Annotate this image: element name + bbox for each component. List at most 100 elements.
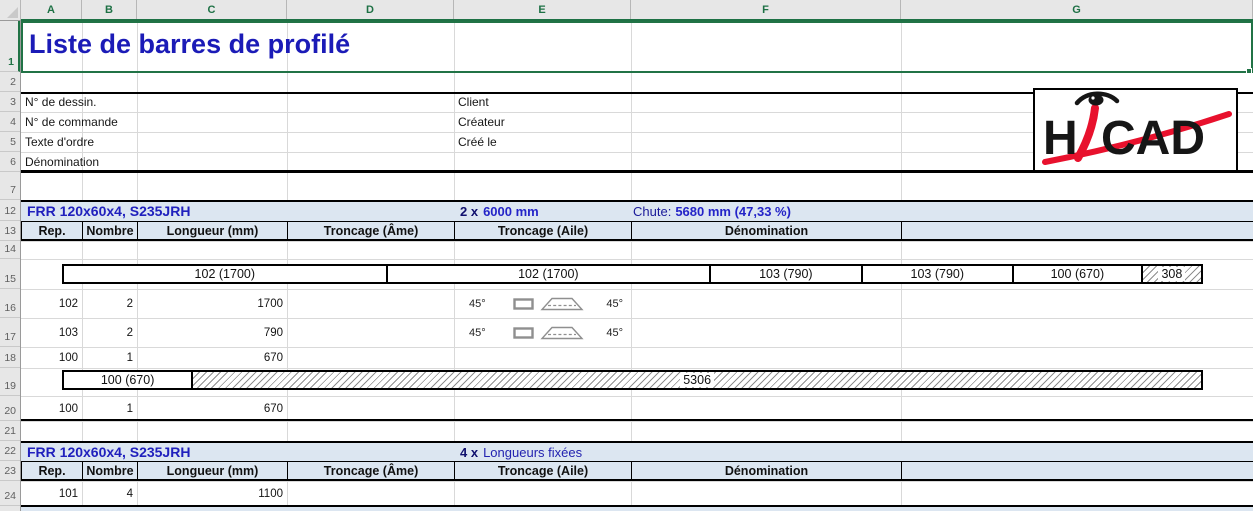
cell-troncage-aile[interactable]: 45° 45°	[454, 318, 631, 347]
row-header-15[interactable]: 15	[0, 259, 20, 289]
gridline	[21, 421, 1253, 422]
row-header-18[interactable]: 18	[0, 347, 20, 368]
section1-quantity[interactable]: 2 x6000 mm	[460, 202, 539, 221]
cell-label-dessin[interactable]: N° de dessin.	[25, 92, 97, 112]
header-troncage-aile[interactable]: Troncage (Aile)	[455, 222, 632, 239]
cell-longueur[interactable]: 670	[137, 403, 283, 415]
column-header-c[interactable]: C	[137, 0, 287, 20]
column-header-b[interactable]: B	[82, 0, 137, 20]
row-header-24[interactable]: 24	[0, 481, 20, 506]
header-troncage-aile[interactable]: Troncage (Aile)	[455, 462, 632, 479]
row-header-13[interactable]: 13	[0, 221, 20, 241]
cell-label-denomination[interactable]: Dénomination	[25, 152, 99, 172]
column-header-e[interactable]: E	[454, 0, 631, 20]
row-header-1[interactable]: 1	[0, 21, 20, 72]
bar-part-segment: 103 (790)	[861, 266, 1012, 282]
row-header-21[interactable]: 21	[0, 421, 20, 441]
cell-nombre[interactable]: 4	[82, 488, 133, 500]
cell-label-createur[interactable]: Créateur	[458, 112, 505, 132]
section2-header-row: Rep. Nombre Longueur (mm) Troncage (Âme)…	[21, 461, 1253, 481]
row-header-12[interactable]: 12	[0, 200, 20, 221]
cell-rep[interactable]: 100	[21, 352, 78, 364]
column-header-f[interactable]: F	[631, 0, 901, 20]
section1-bottom-border	[21, 419, 1253, 421]
header-empty	[902, 222, 1253, 239]
cell-label-client[interactable]: Client	[458, 92, 489, 112]
header-nombre[interactable]: Nombre	[83, 222, 138, 239]
header-denomination[interactable]: Dénomination	[632, 462, 902, 479]
sheet-body: Liste de barres de profilé N° de dessin.…	[21, 21, 1253, 511]
section1-waste[interactable]: Chute:5680 mm (47,33 %)	[633, 202, 791, 221]
cell-longueur[interactable]: 670	[137, 352, 283, 364]
bar-segment-label: 308	[1158, 267, 1185, 281]
row-header-14[interactable]: 14	[0, 241, 20, 259]
bar-segment-label: 5306	[680, 373, 714, 387]
table-row[interactable]: 102 2 1700 45° 45°	[21, 289, 1253, 318]
section1-profile[interactable]: FRR 120x60x4, S235JRH	[27, 202, 190, 221]
column-header-d[interactable]: D	[287, 0, 454, 20]
bar-waste-segment: 5306	[191, 372, 1201, 388]
row-header-2[interactable]: 2	[0, 72, 20, 92]
table-row[interactable]: 101 4 1100	[21, 481, 1253, 506]
cell-label-ordre[interactable]: Texte d'ordre	[25, 132, 94, 152]
table-row[interactable]: 103 2 790 45° 45°	[21, 318, 1253, 347]
cell-nombre[interactable]: 2	[82, 298, 133, 310]
row-header-7[interactable]: 7	[0, 172, 20, 200]
cell-troncage-aile[interactable]: 45° 45°	[454, 289, 631, 318]
row-header-17[interactable]: 17	[0, 318, 20, 347]
row-header-5[interactable]: 5	[0, 132, 20, 152]
miter-angle-left: 45°	[469, 298, 486, 310]
row-header-6[interactable]: 6	[0, 152, 20, 172]
cell-nombre[interactable]: 2	[82, 327, 133, 339]
section2-quantity[interactable]: 4 xLongueurs fixées	[460, 443, 582, 462]
header-rep[interactable]: Rep.	[22, 222, 83, 239]
bar-segment-label: 100 (670)	[1048, 267, 1108, 281]
column-header-a[interactable]: A	[21, 0, 82, 20]
header-nombre[interactable]: Nombre	[83, 462, 138, 479]
miter-angle-right: 45°	[606, 298, 623, 310]
row-header-19[interactable]: 19	[0, 368, 20, 396]
cell-nombre[interactable]: 1	[82, 352, 133, 364]
bar-part-segment: 102 (1700)	[64, 266, 386, 282]
table-row[interactable]: 100 1 670	[21, 396, 1253, 421]
header-longueur[interactable]: Longueur (mm)	[138, 222, 288, 239]
bar-part-segment: 100 (670)	[1012, 266, 1141, 282]
cell-rep[interactable]: 103	[21, 327, 78, 339]
cell-longueur[interactable]: 790	[137, 327, 283, 339]
bar-segment-label: 100 (670)	[98, 373, 158, 387]
bar-waste-segment: 308	[1141, 266, 1201, 282]
column-header-g[interactable]: G	[901, 0, 1253, 20]
cell-label-cree-le[interactable]: Créé le	[458, 132, 497, 152]
bar-part-segment: 100 (670)	[64, 372, 191, 388]
header-troncage-ame[interactable]: Troncage (Âme)	[288, 222, 455, 239]
header-troncage-ame[interactable]: Troncage (Âme)	[288, 462, 455, 479]
selection-fill-handle[interactable]	[1246, 68, 1252, 74]
row-header-16[interactable]: 16	[0, 289, 20, 318]
cell-longueur[interactable]: 1700	[137, 298, 283, 310]
hicad-logo: H CAD	[1033, 88, 1238, 172]
page-title[interactable]: Liste de barres de profilé	[29, 29, 350, 60]
cell-longueur[interactable]: 1100	[137, 488, 283, 500]
select-all-corner[interactable]	[0, 0, 21, 20]
header-denomination[interactable]: Dénomination	[632, 222, 902, 239]
section2-band: FRR 120x60x4, S235JRH 4 xLongueurs fixée…	[21, 441, 1253, 462]
row-header-3[interactable]: 3	[0, 92, 20, 112]
row-header-strip: 123456712131415161718192021222324	[0, 21, 21, 511]
profile-section-icon	[513, 327, 534, 339]
row-header-22[interactable]: 22	[0, 441, 20, 461]
header-rep[interactable]: Rep.	[22, 462, 83, 479]
cell-rep[interactable]: 100	[21, 403, 78, 415]
cell-rep[interactable]: 102	[21, 298, 78, 310]
logo-letters-cad: CAD	[1101, 112, 1205, 165]
row-header-23[interactable]: 23	[0, 461, 20, 481]
cell-nombre[interactable]: 1	[82, 403, 133, 415]
waste-label: Chute:	[633, 204, 671, 219]
section2-profile[interactable]: FRR 120x60x4, S235JRH	[27, 443, 190, 462]
section2-qty-value: Longueurs fixées	[483, 445, 582, 460]
cell-rep[interactable]: 101	[21, 488, 78, 500]
row-header-4[interactable]: 4	[0, 112, 20, 132]
table-row[interactable]: 100 1 670	[21, 347, 1253, 368]
row-header-20[interactable]: 20	[0, 396, 20, 421]
cell-label-commande[interactable]: N° de commande	[25, 112, 118, 132]
header-longueur[interactable]: Longueur (mm)	[138, 462, 288, 479]
